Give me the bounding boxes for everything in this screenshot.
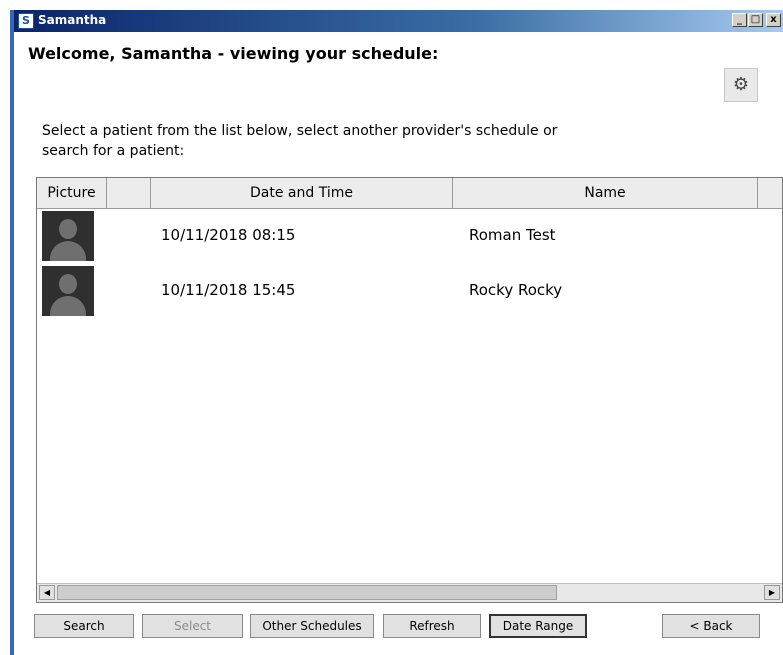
column-header-name[interactable]: Name: [453, 178, 758, 208]
avatar-icon: [42, 211, 94, 261]
list-header: Picture Date and Time Name: [37, 178, 782, 209]
app-icon: S: [18, 13, 34, 29]
select-button[interactable]: Select: [142, 614, 243, 638]
row-date-time: 10/11/2018 08:15: [161, 226, 296, 244]
row-name: Roman Test: [469, 226, 556, 244]
search-button[interactable]: Search: [34, 614, 134, 638]
row-name: Rocky Rocky: [469, 281, 563, 299]
scroll-left-icon[interactable]: ◀: [39, 585, 55, 600]
scrollbar-thumb[interactable]: [57, 585, 557, 600]
main-window: S Samantha _ □ x Welcome, Samantha - vie…: [10, 10, 783, 655]
gear-icon: ⚙: [732, 74, 750, 95]
column-header-picture[interactable]: Picture: [37, 178, 107, 208]
table-row[interactable]: 10/11/2018 08:15 Roman Test: [37, 209, 782, 263]
page-title: Welcome, Samantha - viewing your schedul…: [28, 44, 439, 63]
avatar-icon: [42, 266, 94, 316]
column-header-date-time[interactable]: Date and Time: [151, 178, 453, 208]
instructions-text: Select a patient from the list below, se…: [42, 123, 558, 159]
schedule-list[interactable]: Picture Date and Time Name 10/11/2018 08…: [36, 177, 783, 603]
back-button[interactable]: < Back: [662, 614, 760, 638]
other-schedules-button[interactable]: Other Schedules: [250, 614, 374, 638]
scroll-right-icon[interactable]: ▶: [764, 585, 780, 600]
column-header-blank[interactable]: [107, 178, 151, 208]
title-bar[interactable]: S Samantha _ □ x: [14, 10, 783, 32]
window-title: Samantha: [38, 13, 107, 27]
minimize-button[interactable]: _: [732, 13, 747, 27]
date-range-button[interactable]: Date Range: [489, 614, 587, 638]
table-row[interactable]: 10/11/2018 15:45 Rocky Rocky: [37, 264, 782, 318]
maximize-button[interactable]: □: [748, 13, 763, 27]
settings-button[interactable]: ⚙: [724, 68, 758, 102]
horizontal-scrollbar[interactable]: ◀ ▶: [37, 583, 782, 602]
row-date-time: 10/11/2018 15:45: [161, 281, 296, 299]
refresh-button[interactable]: Refresh: [383, 614, 481, 638]
close-button[interactable]: x: [766, 13, 781, 27]
